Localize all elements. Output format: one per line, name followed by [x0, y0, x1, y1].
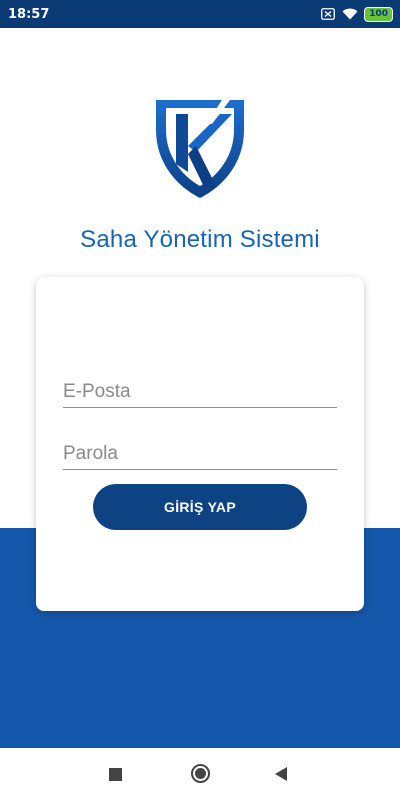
login-card: GİRİŞ YAP — [36, 277, 364, 611]
status-time: 18:57 — [8, 6, 50, 22]
password-field-wrapper — [63, 430, 337, 470]
app-title: Saha Yönetim Sistemi — [80, 226, 320, 253]
company-logo — [156, 100, 244, 198]
email-field[interactable] — [63, 368, 337, 407]
recent-apps-icon[interactable] — [109, 768, 122, 781]
login-button[interactable]: GİRİŞ YAP — [93, 484, 307, 530]
status-icons: 100 — [321, 7, 392, 21]
status-bar: 18:57 100 — [0, 0, 400, 28]
password-field[interactable] — [63, 430, 337, 469]
wifi-icon — [342, 8, 358, 20]
email-field-wrapper — [63, 368, 337, 408]
navigation-bar — [0, 748, 400, 800]
battery-icon: 100 — [365, 7, 392, 21]
back-icon[interactable] — [275, 767, 287, 781]
home-icon[interactable] — [191, 764, 210, 783]
sim-off-icon — [321, 8, 336, 20]
